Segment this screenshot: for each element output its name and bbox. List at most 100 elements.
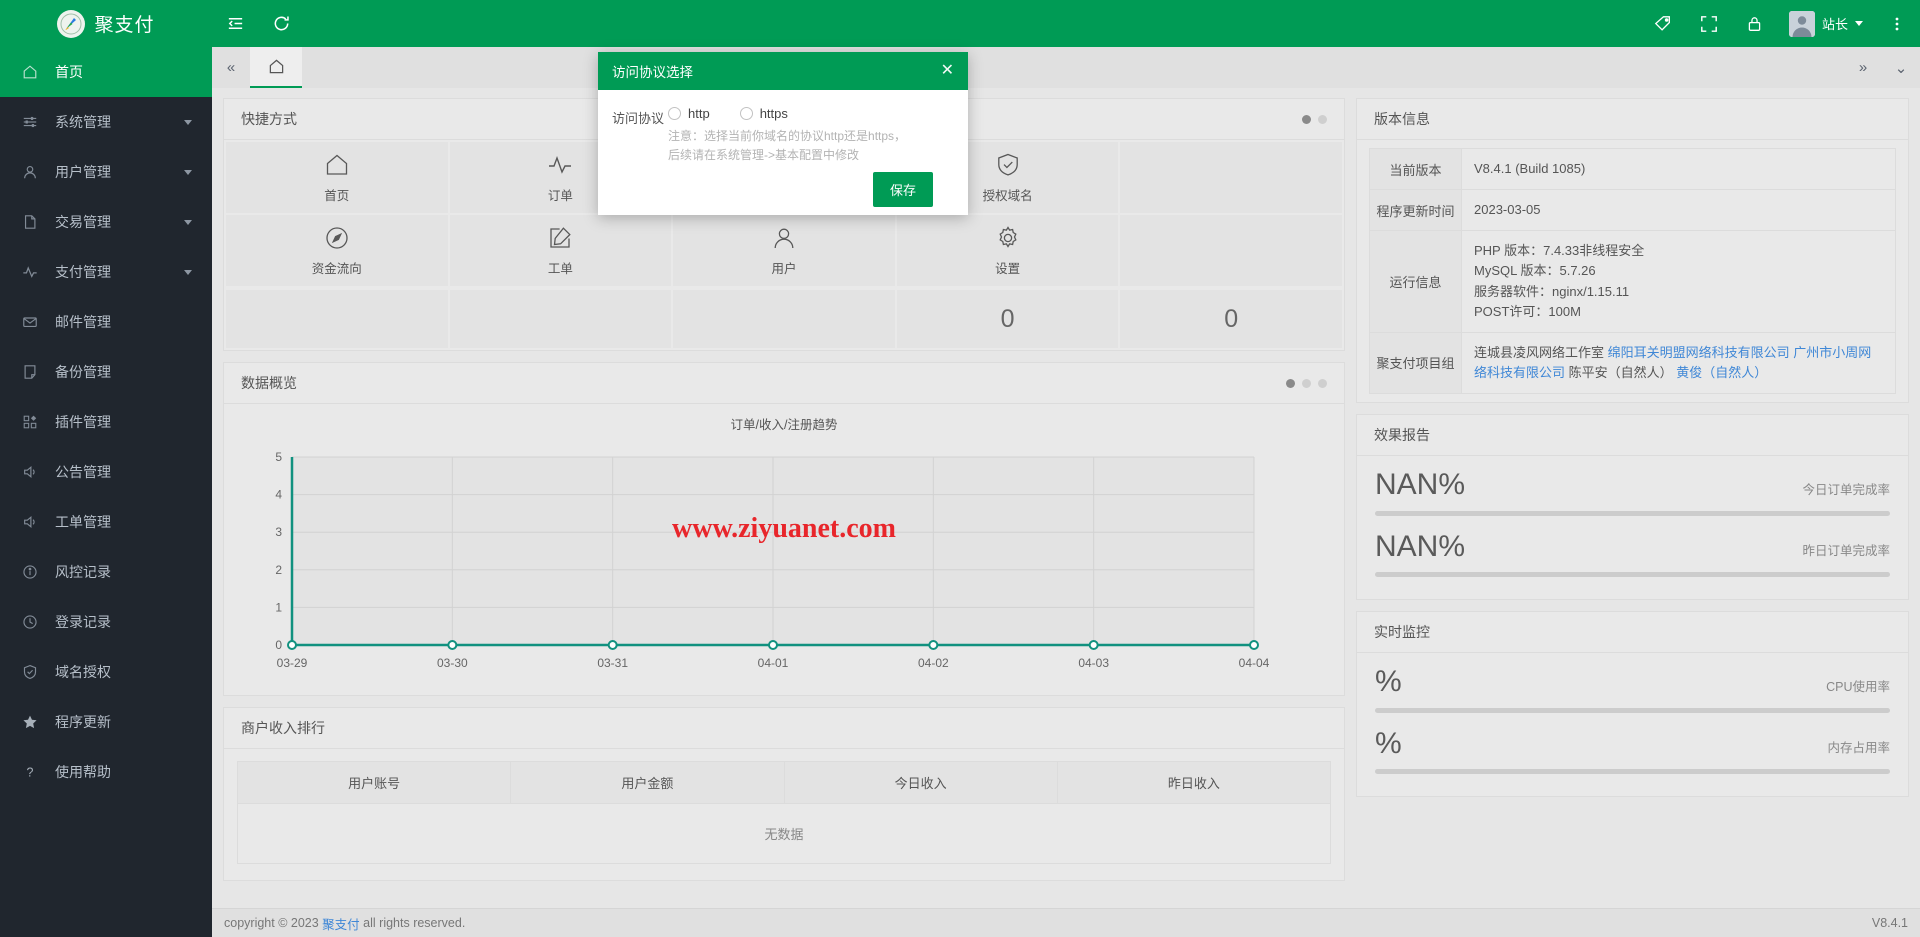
monitor-row: % 内存占用率 [1375, 727, 1890, 775]
sidebar-item-home[interactable]: 首页 [0, 47, 212, 97]
shortcut-label: 资金流向 [311, 261, 362, 276]
brand-logo[interactable]: 聚支付 [0, 0, 212, 47]
carousel-dot[interactable] [1318, 114, 1327, 124]
svg-text:1: 1 [275, 600, 282, 614]
tag-icon[interactable] [1640, 0, 1686, 47]
shortcuts-title: 快捷方式 [241, 111, 297, 127]
star-icon [22, 714, 42, 730]
progress-bar [1375, 510, 1890, 516]
close-icon[interactable]: ✕ [941, 63, 954, 79]
footer-brand-link[interactable]: 聚支付 [322, 914, 360, 933]
dialog-title: 访问协议选择 [612, 65, 693, 80]
chevron-double-right-icon[interactable]: » [1844, 47, 1882, 88]
shortcut-settings[interactable]: 设置 [896, 215, 1119, 286]
svg-text:?: ? [26, 765, 33, 779]
team-link-3[interactable]: 黄俊（自然人） [1676, 365, 1767, 380]
shortcut-empty-1 [1120, 142, 1342, 213]
radio-http[interactable]: http [668, 106, 710, 121]
carousel-dots [1302, 114, 1327, 124]
shortcut-home[interactable]: 首页 [226, 142, 448, 213]
shortcut-label: 订单 [547, 188, 573, 203]
chevron-down-icon [184, 269, 192, 275]
sidebar-item-users[interactable]: 用户管理 [0, 147, 212, 197]
sidebar-item-risk-log[interactable]: 风控记录 [0, 547, 212, 597]
sidebar-item-system[interactable]: 系统管理 [0, 97, 212, 147]
sidebar-item-label: 工单管理 [55, 514, 111, 530]
radio-dot-icon [739, 107, 753, 120]
sidebar-item-label: 插件管理 [55, 414, 111, 430]
carousel-dot[interactable] [1318, 378, 1327, 388]
tab-home[interactable] [250, 47, 302, 88]
sidebar-item-payments[interactable]: 支付管理 [0, 247, 212, 297]
sidebar-item-tickets[interactable]: 工单管理 [0, 497, 212, 547]
row-value: PHP 版本：7.4.33非线程安全 MySQL 版本：5.7.26 服务器软件… [1461, 230, 1896, 333]
svg-text:04-03: 04-03 [1078, 656, 1109, 670]
row-value: 2023-03-05 [1461, 189, 1896, 232]
report-panel: 效果报告 NAN% 今日订单完成率 NAN% 昨日订单完成率 [1356, 414, 1909, 601]
carousel-dot[interactable] [1286, 378, 1295, 388]
gear-icon [995, 225, 1021, 251]
svg-text:04-04: 04-04 [1239, 656, 1270, 670]
protocol-field-row: 访问协议 http https 注意：选择当前你域名的协议http还是https… [612, 106, 954, 164]
fullscreen-icon[interactable] [1686, 0, 1732, 47]
sidebar-item-label: 首页 [55, 64, 83, 80]
speaker-icon [22, 464, 42, 480]
radio-https[interactable]: https [739, 106, 788, 121]
trend-chart: 订单/收入/注册趋势 0 1 2 3 4 5 03-29 03-30 03-31 04-01 04-… [224, 404, 1344, 695]
radio-dot-icon [668, 107, 681, 120]
shield-check-icon [22, 664, 42, 680]
user-menu[interactable]: 站长 [1778, 0, 1874, 47]
chart-canvas: 0 1 2 3 4 5 03-29 03-30 03-31 04-01 04-02 04-03 04-0… [275, 450, 1270, 670]
svg-text:03-31: 03-31 [597, 656, 628, 670]
watermark: www.ziyuanet.com [672, 513, 896, 544]
sidebar-item-backup[interactable]: 备份管理 [0, 347, 212, 397]
shortcut-users[interactable]: 用户 [673, 215, 895, 286]
user-name: 站长 [1821, 17, 1848, 32]
protocol-field-label: 访问协议 [612, 111, 665, 126]
monitor-body: % CPU使用率 % 内存占用率 [1357, 653, 1908, 796]
chevron-double-left-icon[interactable]: « [212, 47, 250, 88]
shortcut-fund-flow[interactable]: 资金流向 [226, 215, 448, 286]
svg-text:04-02: 04-02 [918, 656, 949, 670]
svg-text:5: 5 [275, 450, 282, 464]
sidebar: 首页 系统管理 用户管理 交易管理 支付管理 邮件管理 备份管理 插件管理 公告… [0, 47, 212, 937]
refresh-icon[interactable] [258, 0, 304, 47]
compass-icon [324, 225, 350, 251]
sidebar-item-program-update[interactable]: 程序更新 [0, 697, 212, 747]
sidebar-item-domain-auth[interactable]: 域名授权 [0, 647, 212, 697]
sidebar-item-help[interactable]: ? 使用帮助 [0, 747, 212, 797]
speaker-icon [22, 514, 42, 530]
user-icon [771, 225, 797, 251]
more-vertical-icon[interactable] [1874, 0, 1920, 47]
chevron-down-icon [1855, 21, 1863, 26]
sidebar-item-mail[interactable]: 邮件管理 [0, 297, 212, 347]
shortcut-tickets[interactable]: 工单 [449, 215, 672, 286]
monitor-caption: 内存占用率 [1827, 741, 1890, 756]
row-value: 连城县凌风网络工作室 绵阳耳关明盟网络科技有限公司 广州市小周网络科技有限公司 … [1461, 331, 1896, 395]
footer-rights: all rights reserved. [363, 916, 466, 930]
sidebar-item-label: 交易管理 [55, 214, 111, 230]
team-plain-2: 陈平安（自然人） [1568, 364, 1673, 380]
info-circle-icon [22, 564, 42, 580]
monitor-value: % [1375, 665, 1402, 699]
carousel-dot[interactable] [1302, 378, 1311, 388]
question-icon: ? [22, 764, 42, 780]
carousel-dot[interactable] [1302, 114, 1311, 124]
menu-collapse-icon[interactable] [212, 0, 258, 47]
protocol-hint: 注意：选择当前你域名的协议http还是https，后续请在系统管理->基本配置中… [668, 129, 907, 162]
runtime-line: 服务器软件：nginx/1.15.11 [1474, 283, 1630, 299]
sidebar-item-login-log[interactable]: 登录记录 [0, 597, 212, 647]
grid-plugin-icon [22, 414, 42, 430]
sidebar-item-plugins[interactable]: 插件管理 [0, 397, 212, 447]
sidebar-item-transactions[interactable]: 交易管理 [0, 197, 212, 247]
sidebar-item-announcements[interactable]: 公告管理 [0, 447, 212, 497]
avatar [1788, 10, 1815, 37]
right-column: 版本信息 当前版本 V8.4.1 (Build 1085) 程序更新时间 202… [1356, 98, 1909, 908]
team-link-1[interactable]: 绵阳耳关明盟网络科技有限公司 [1608, 345, 1790, 360]
save-button[interactable]: 保存 [872, 172, 933, 208]
stat-cell [673, 290, 895, 348]
home-outline-icon [268, 58, 285, 75]
sliders-icon [22, 114, 42, 130]
chevron-down-icon[interactable]: ⌄ [1882, 47, 1920, 88]
lock-icon[interactable] [1732, 0, 1778, 47]
